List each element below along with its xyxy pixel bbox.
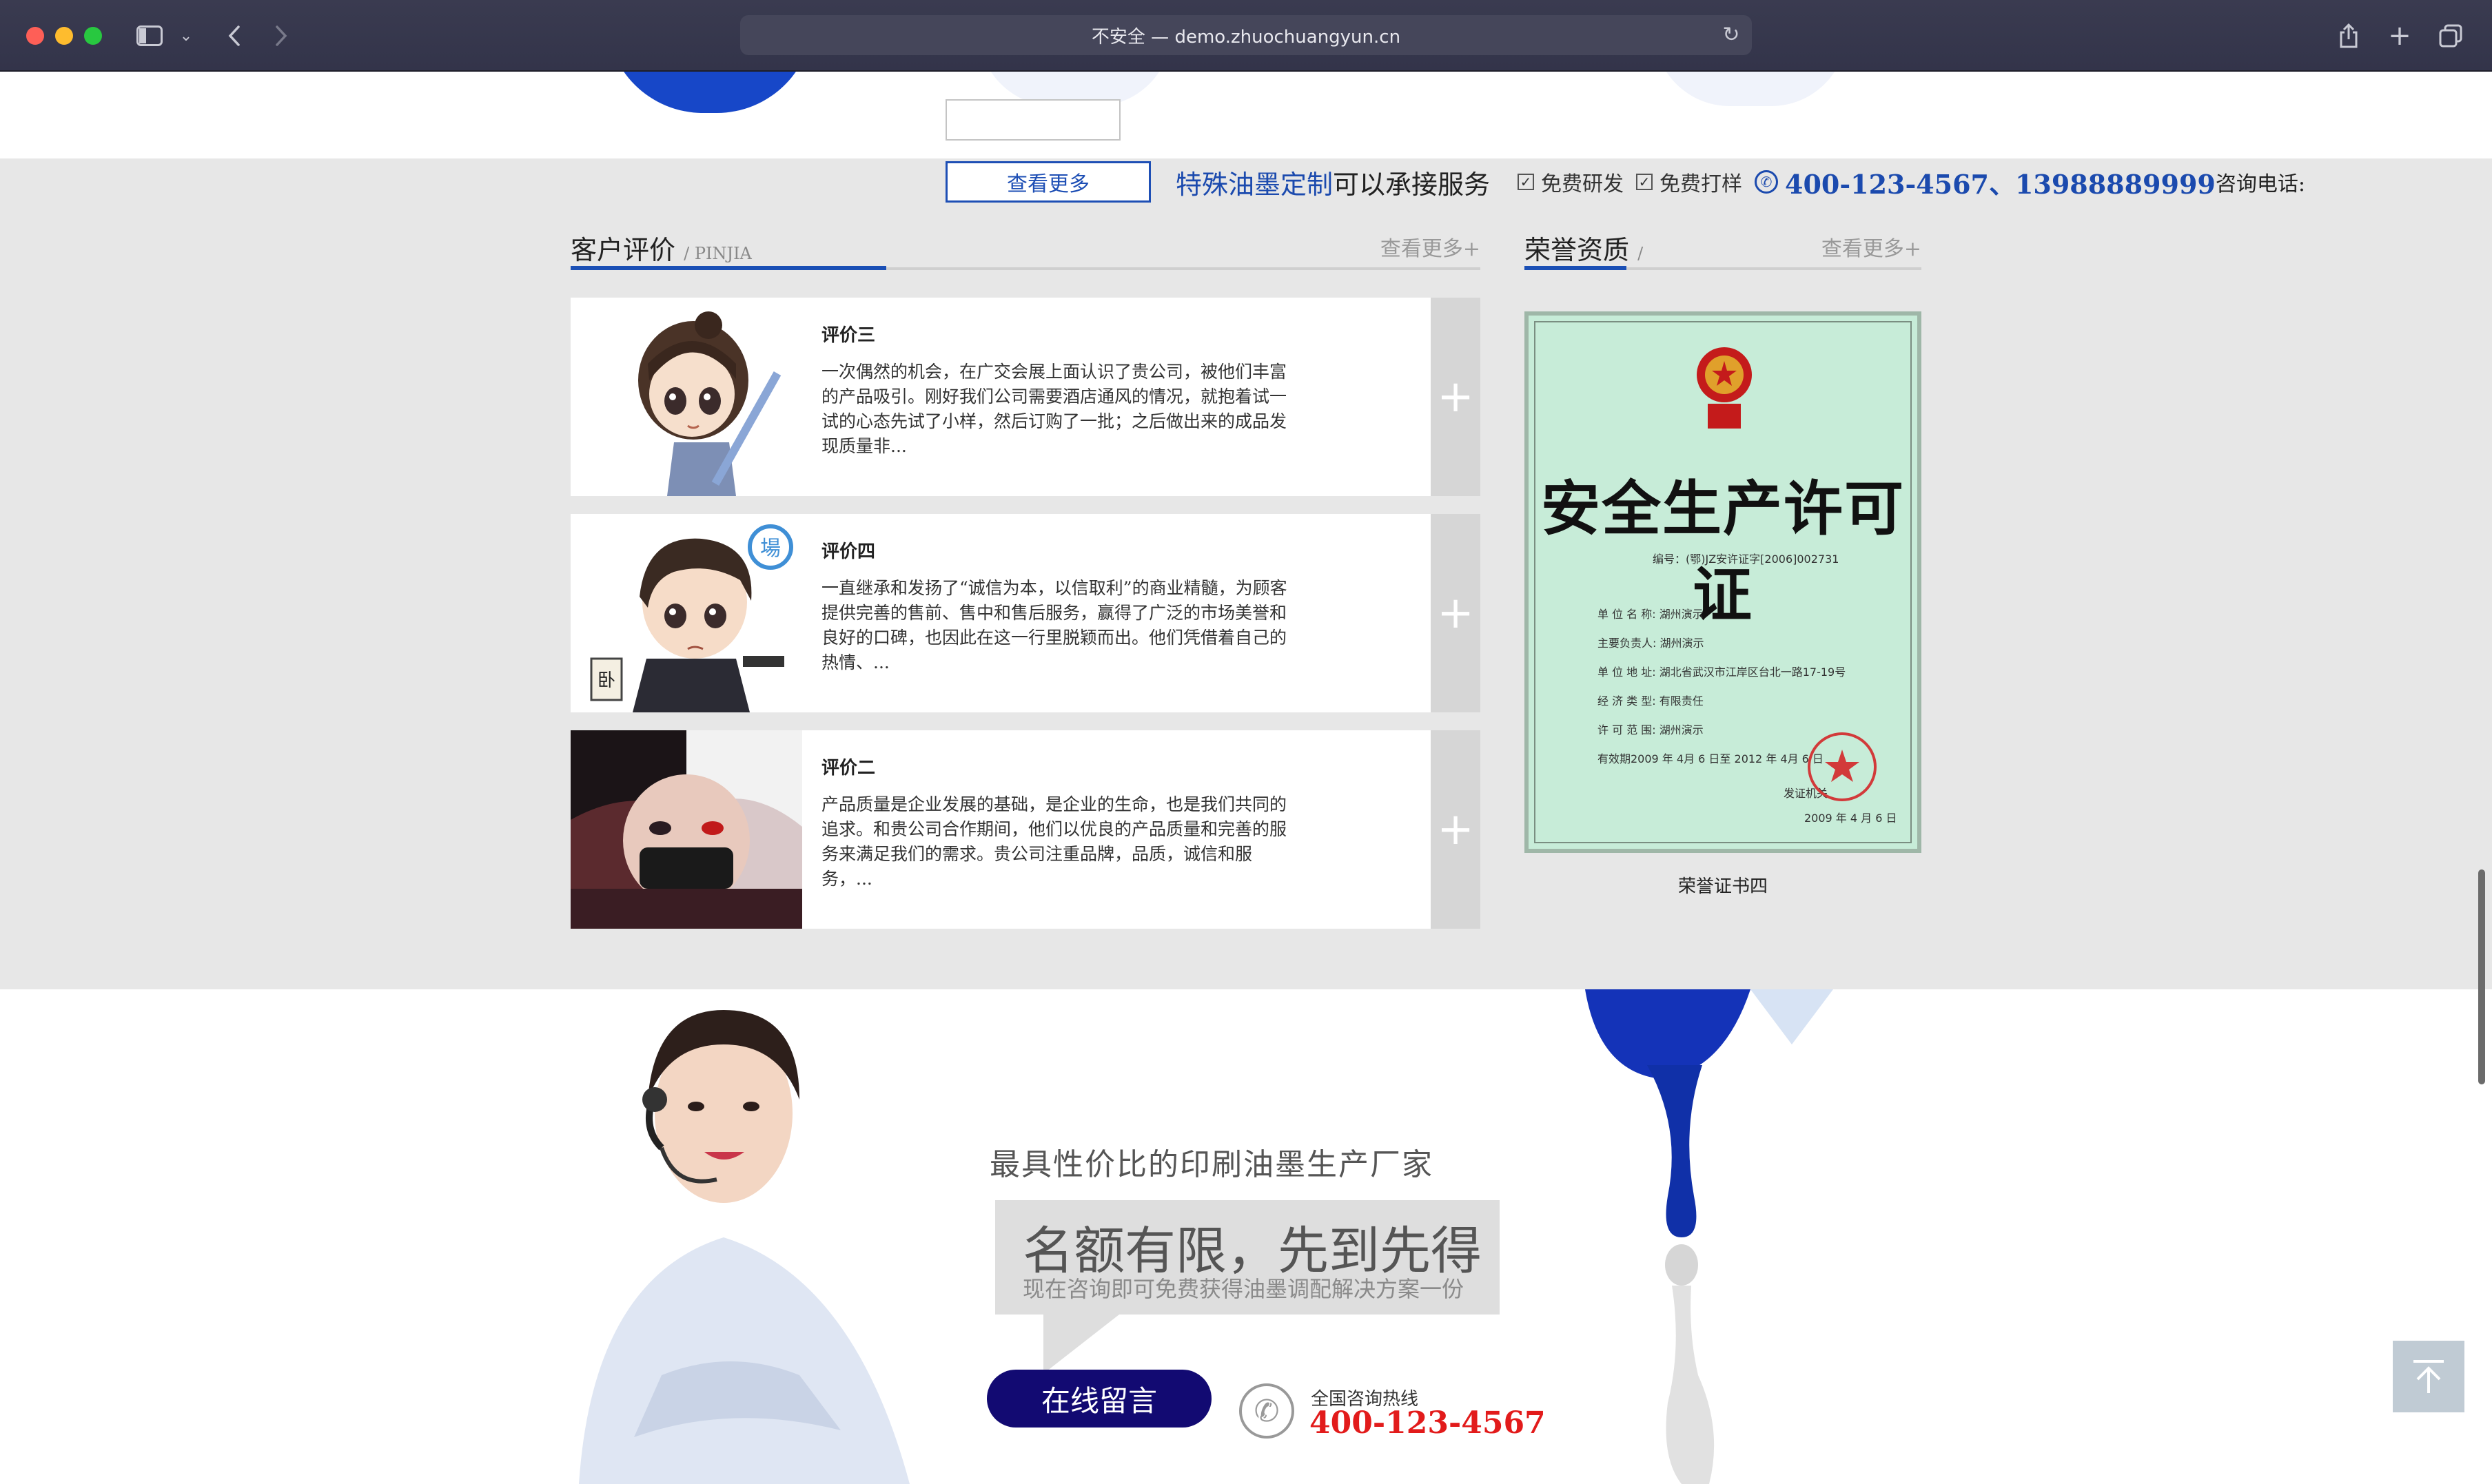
certificate-row: 许 可 范 围: 湖州演示	[1597, 723, 1704, 736]
honor-title: 荣誉资质 /	[1524, 235, 1644, 265]
view-more-button[interactable]: 查看更多	[946, 161, 1151, 203]
honor-subtitle: /	[1637, 244, 1644, 263]
review-name: 评价四	[821, 542, 876, 562]
decorative-ink-drop	[606, 72, 813, 113]
review-avatar-image	[571, 298, 802, 496]
customer-service-woman-image	[579, 1010, 910, 1484]
new-tab-icon[interactable]: +	[2386, 19, 2413, 52]
reviews-more-link[interactable]: 查看更多+	[1380, 231, 1480, 262]
promo-speech-bubble: 名额有限，先到先得 现在咨询即可免费获得油墨调配解决方案一份	[995, 1200, 1500, 1374]
certificate-issue-date: 2009 年 4 月 6 日	[1804, 812, 1897, 825]
free-sample-item: ✓ 免费打样	[1636, 167, 1742, 197]
top-decor-strip	[0, 72, 2492, 158]
ink-bottle-image	[1585, 989, 1833, 1484]
certificate-row: 主要负责人: 湖州演示	[1597, 637, 1704, 650]
svg-text:卧: 卧	[598, 670, 615, 691]
decorative-wave	[1654, 72, 1847, 106]
chevron-down-icon[interactable]: ⌄	[178, 19, 194, 52]
share-icon[interactable]	[2335, 19, 2362, 52]
hotline-number: 400-123-4567	[1309, 1405, 1546, 1441]
forward-arrow-icon[interactable]	[267, 19, 295, 52]
review-text: 产品质量是企业发展的基础，是企业的生命，也是我们共同的追求。和贵公司合作期间，他…	[821, 794, 1287, 889]
review-card[interactable]: 评价三 一次偶然的机会，在广交会展上面认识了贵公司，被他们丰富的产品吸引。刚好我…	[571, 298, 1480, 496]
certificate-row: 有效期2009 年 4月 6 日至 2012 年 4月 6 日	[1597, 752, 1824, 765]
certificate-row: 经 济 类 型: 有限责任	[1597, 694, 1704, 708]
banner-subline: 现在咨询即可免费获得油墨调配解决方案一份	[1023, 1276, 1464, 1302]
free-sample-label: 免费打样	[1659, 172, 1743, 196]
special-ink-link[interactable]: 特殊油墨定制	[1176, 163, 1333, 201]
review-text: 一次偶然的机会，在广交会展上面认识了贵公司，被他们丰富的产品吸引。刚好我们公司需…	[821, 362, 1287, 456]
contact-banner: 最具性价比的印刷油墨生产厂家 名额有限，先到先得 现在咨询即可免费获得油墨调配解…	[0, 989, 2492, 1484]
browser-toolbar: ⌄ 不安全 — demo.zhuochuangyun.cn ↻ +	[0, 0, 2492, 72]
back-to-top-button[interactable]	[2393, 1341, 2464, 1412]
official-seal-icon	[1808, 732, 1877, 801]
free-rd-item: ✓ 免费研发	[1518, 167, 1624, 197]
honor-header-accent	[1524, 266, 1626, 270]
blank-input-box[interactable]	[946, 99, 1121, 141]
certificate-image[interactable]: 安全生产许可证 编号：(鄂)JZ安许证字[2006]002731 单 位 名 称…	[1524, 311, 1921, 853]
phone-icon: ✆	[1239, 1383, 1294, 1439]
reload-icon[interactable]: ↻	[1717, 21, 1745, 48]
national-emblem-icon	[1697, 347, 1752, 429]
check-icon: ✓	[1518, 174, 1535, 190]
review-card[interactable]: 评价二 产品质量是企业发展的基础，是企业的生命，也是我们共同的追求。和贵公司合作…	[571, 730, 1480, 929]
zoom-window-button[interactable]	[84, 27, 102, 45]
certificate-row: 单 位 地 址: 湖北省武汉市江岸区台北一路17-19号	[1597, 666, 1846, 679]
tab-overview-icon[interactable]	[2437, 19, 2464, 52]
minimize-window-button[interactable]	[55, 27, 73, 45]
arrow-up-to-line-icon	[2413, 1360, 2444, 1393]
reviews-header: 客户评价 / PINJIA 查看更多+	[571, 225, 1480, 270]
reviews-title: 客户评价 / PINJIA	[571, 235, 752, 265]
review-name: 评价二	[821, 758, 876, 779]
certificate-heading: 安全生产许可证	[1541, 475, 1905, 630]
phone-numbers: 400-123-4567、13988889999	[1785, 168, 2216, 200]
expand-plus-icon[interactable]: +	[1431, 730, 1480, 929]
review-card[interactable]: 場 卧 评价四 一直继承和发扬了“诚信为本，以信取利”的商业精髓，为顾客提供完善…	[571, 514, 1480, 712]
review-avatar-image: 場 卧	[571, 514, 802, 712]
service-text: 可以承接服务	[1333, 169, 1491, 200]
review-name: 评价三	[821, 325, 876, 346]
url-text: 不安全 — demo.zhuochuangyun.cn	[1091, 26, 1401, 48]
back-arrow-icon[interactable]	[221, 19, 248, 52]
expand-plus-icon[interactable]: +	[1431, 514, 1480, 712]
phone-icon: ✆	[1755, 170, 1779, 194]
reviews-subtitle: / PINJIA	[684, 244, 752, 263]
reviews-header-accent	[571, 266, 886, 270]
expand-plus-icon[interactable]: +	[1431, 298, 1480, 496]
honor-header: 荣誉资质 / 查看更多+	[1524, 225, 1921, 270]
certificate-caption: 荣誉证书四	[1677, 876, 1768, 897]
consult-label: 咨询电话:	[2215, 172, 2305, 196]
certificate-number: 编号：(鄂)JZ安许证字[2006]002731	[1653, 553, 1839, 566]
certificate-row: 单 位 名 称: 湖州演示	[1597, 608, 1704, 621]
sidebar-toggle-icon[interactable]	[132, 19, 167, 52]
honor-more-link[interactable]: 查看更多+	[1821, 231, 1921, 262]
check-icon: ✓	[1636, 174, 1653, 190]
close-window-button[interactable]	[26, 27, 44, 45]
banner-tagline: 最具性价比的印刷油墨生产厂家	[990, 1147, 1433, 1182]
address-bar[interactable]: 不安全 — demo.zhuochuangyun.cn	[740, 15, 1752, 55]
online-message-button[interactable]: 在线留言	[987, 1370, 1212, 1428]
review-avatar-image	[571, 730, 802, 929]
page-scrollbar[interactable]	[2478, 869, 2485, 1084]
svg-text:場: 場	[760, 537, 781, 561]
promo-bar: 特殊油墨定制 可以承接服务 ✓ 免费研发 ✓ 免费打样 ✆ 400-123-45…	[1176, 163, 2305, 201]
review-text: 一直继承和发扬了“诚信为本，以信取利”的商业精髓，为顾客提供完善的售前、售中和售…	[821, 578, 1287, 672]
free-rd-label: 免费研发	[1541, 172, 1624, 196]
